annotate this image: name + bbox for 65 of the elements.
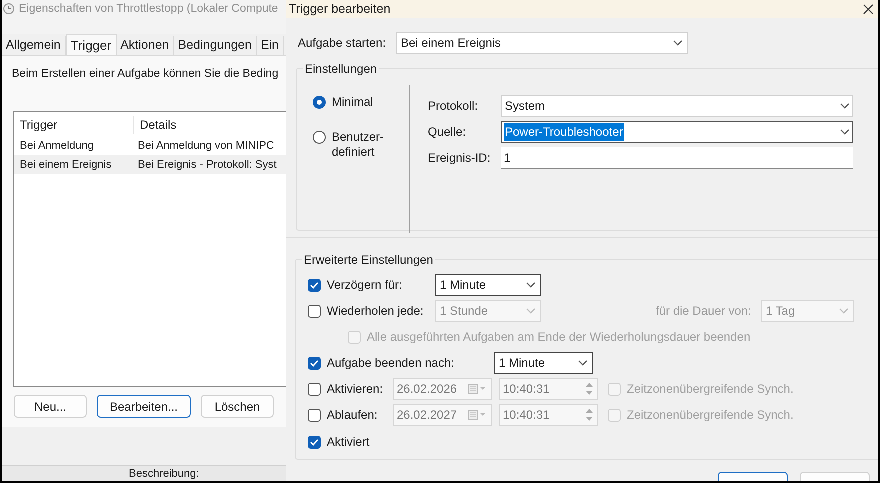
chevron-down-icon — [526, 308, 536, 314]
checkbox[interactable] — [308, 304, 321, 318]
intro-text: Beim Erstellen einer Aufgabe können Sie die Beding — [12, 67, 279, 82]
column-header[interactable]: Details — [134, 116, 286, 134]
table-row[interactable]: Bei einem Ereignis Bei Ereignis - Protokoll: Syst — [14, 155, 286, 174]
checkbox[interactable] — [308, 278, 321, 292]
field-label: Ereignis-ID: — [428, 150, 492, 167]
table-cell-text: Bei Ereignis - Protokoll: Syst — [137, 158, 277, 172]
radio-button[interactable] — [313, 131, 326, 144]
field-label: Protokoll: — [428, 98, 480, 115]
date-field[interactable]: 26.02.2027 — [393, 404, 492, 426]
table-cell-text: Bei Anmeldung von MINIPC — [137, 138, 274, 154]
field-label: für die Dauer von: — [656, 303, 752, 320]
input-field[interactable]: 1 — [501, 147, 853, 169]
dialog-button[interactable]: Bearbeiten... — [97, 395, 191, 418]
radio-label: Minimal — [332, 95, 374, 110]
close-icon — [863, 4, 874, 14]
column-header[interactable]: Trigger — [14, 116, 134, 134]
checkbox[interactable] — [308, 436, 321, 448]
window-title: Eigenschaften von Throttlestopp (Lokaler Compute — [19, 2, 278, 17]
dropdown[interactable]: System — [501, 95, 853, 117]
checkbox-label: Aktiviert — [327, 434, 370, 451]
dropdown[interactable]: 1 Minute — [435, 274, 541, 296]
calendar-icon — [468, 410, 488, 420]
checkbox[interactable] — [308, 356, 321, 370]
time-field[interactable]: 10:40:31 — [499, 378, 598, 400]
spinner-icon — [585, 407, 594, 423]
table-cell-text: Bei einem Ereignis — [19, 158, 113, 172]
checkbox[interactable] — [308, 382, 321, 396]
field-label: Aufgabe starten: — [298, 35, 388, 52]
checkbox-label: Ablaufen: — [327, 407, 379, 424]
dropdown[interactable]: Power-Troubleshooter — [501, 121, 853, 143]
checkbox-label: Aktivieren: — [327, 381, 384, 398]
window-title: Trigger bearbeiten — [289, 0, 391, 18]
tab[interactable]: Trigger — [66, 34, 117, 55]
radio-label: Benutzer-definiert — [332, 130, 386, 160]
checkbox-label: Alle ausgeführten Aufgaben am Ende der Wiederholungsdauer beenden — [367, 329, 751, 346]
date-field[interactable]: 26.02.2026 — [393, 378, 492, 400]
check-icon — [310, 360, 319, 366]
check-icon — [310, 282, 319, 288]
check-icon — [310, 438, 319, 446]
description-label: Beschreibung: — [129, 468, 200, 480]
field-label: Quelle: — [428, 124, 468, 141]
time-field[interactable]: 10:40:31 — [499, 404, 598, 426]
checkbox[interactable] — [308, 408, 321, 422]
chevron-down-icon — [840, 129, 850, 135]
chevron-down-icon — [673, 40, 683, 46]
checkbox-label: Wiederholen jede: — [327, 303, 425, 320]
checkbox-label: Aufgabe beenden nach: — [327, 355, 456, 372]
chevron-down-icon — [526, 282, 536, 288]
table-row[interactable]: Bei Anmeldung Bei Anmeldung von MINIPC — [14, 136, 286, 156]
checkbox-label: Zeitzonenübergreifende Synch. — [627, 407, 794, 424]
calendar-icon — [468, 384, 488, 394]
chevron-down-icon — [840, 103, 850, 109]
dropdown[interactable]: 1 Minute — [494, 352, 593, 374]
chevron-down-icon — [839, 308, 849, 314]
start-dropdown[interactable]: Bei einem Ereignis — [396, 32, 688, 54]
table-cell-text: Bei Anmeldung — [19, 138, 95, 154]
checkbox-label: Zeitzonenübergreifende Synch. — [627, 381, 794, 398]
chevron-down-icon — [578, 360, 588, 366]
radio-button[interactable] — [313, 96, 326, 109]
dialog-button[interactable]: Löschen — [201, 395, 274, 418]
dialog-button[interactable]: Neu... — [14, 395, 87, 418]
checkbox-label: Verzögern für: — [327, 277, 404, 294]
spinner-icon — [585, 381, 594, 397]
